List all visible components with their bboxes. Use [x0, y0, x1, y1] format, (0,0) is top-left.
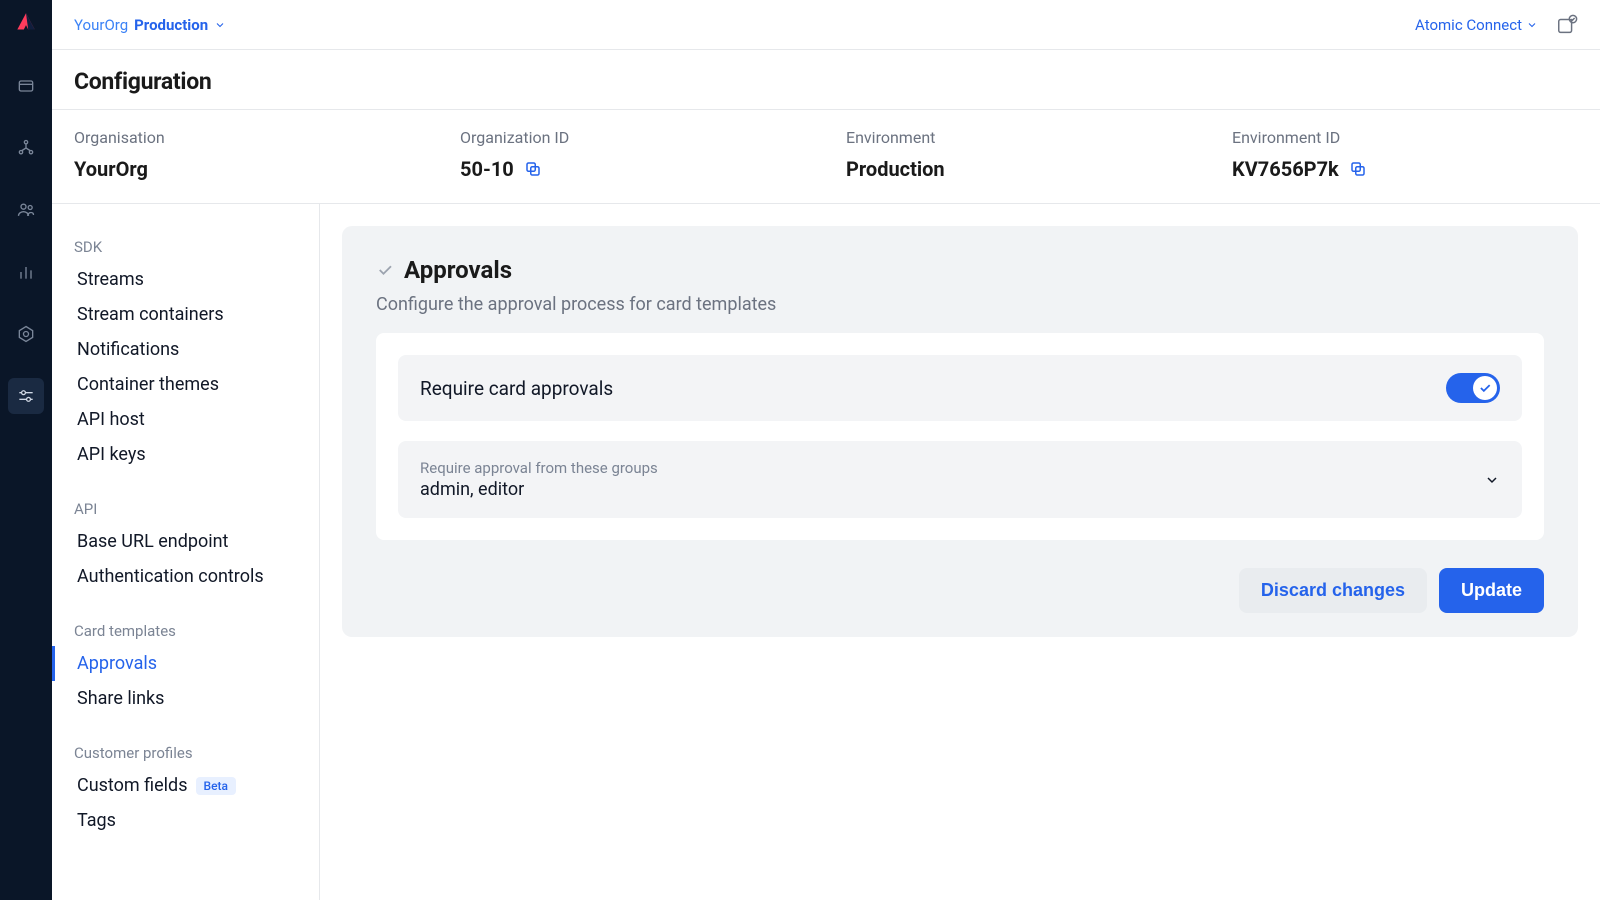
sidebar-item-container-themes[interactable]: Container themes [52, 367, 319, 402]
config-info-strip: Organisation YourOrg Organization ID 50-… [52, 110, 1600, 204]
update-button[interactable]: Update [1439, 568, 1544, 613]
global-nav-rail [0, 0, 52, 900]
atomic-connect-link[interactable]: Atomic Connect [1415, 16, 1538, 34]
require-approvals-row: Require card approvals [398, 355, 1522, 421]
nav-workflow-icon[interactable] [8, 130, 44, 166]
breadcrumb-env-picker[interactable]: YourOrg Production [74, 16, 226, 34]
nav-settings-icon[interactable] [8, 316, 44, 352]
copy-icon[interactable] [1349, 160, 1367, 178]
page-title: Configuration [74, 68, 1578, 95]
panel-subtitle: Configure the approval process for card … [376, 294, 1544, 315]
sidebar-item-share-links[interactable]: Share links [52, 681, 319, 716]
panel-title: Approvals [404, 256, 512, 284]
discard-button[interactable]: Discard changes [1239, 568, 1427, 613]
approval-groups-select[interactable]: Require approval from these groups admin… [398, 441, 1522, 518]
copy-icon[interactable] [524, 160, 542, 178]
sidebar-item-stream-containers[interactable]: Stream containers [52, 297, 319, 332]
beta-badge: Beta [196, 777, 236, 795]
chevron-down-icon [214, 19, 226, 31]
approval-groups-label: Require approval from these groups [420, 459, 1484, 477]
nav-config-icon[interactable] [8, 378, 44, 414]
tasks-status-icon[interactable] [1556, 14, 1578, 36]
sidebar-item-api-keys[interactable]: API keys [52, 437, 319, 472]
approvals-panel: Approvals Configure the approval process… [342, 226, 1578, 637]
brand-logo[interactable] [13, 10, 39, 36]
toggle-knob [1473, 376, 1497, 400]
sidebar-item-streams[interactable]: Streams [52, 262, 319, 297]
info-environment-id: Environment ID KV7656P7k [1232, 128, 1578, 181]
chevron-down-icon [1526, 19, 1538, 31]
config-sidebar: SDK Streams Stream containers Notificati… [52, 204, 320, 900]
page-header: Configuration [52, 50, 1600, 110]
breadcrumb-env: Production [134, 16, 208, 34]
require-approvals-toggle[interactable] [1446, 373, 1500, 403]
approvals-settings-card: Require card approvals Require approval … [376, 333, 1544, 540]
sidebar-item-tags[interactable]: Tags [52, 803, 319, 838]
info-organization-id: Organization ID 50-10 [460, 128, 806, 181]
topbar: YourOrg Production Atomic Connect [52, 0, 1600, 50]
sidebar-item-api-host[interactable]: API host [52, 402, 319, 437]
sidebar-item-base-url[interactable]: Base URL endpoint [52, 524, 319, 559]
require-approvals-label: Require card approvals [420, 377, 613, 400]
sidebar-group-sdk: SDK [52, 228, 319, 262]
sidebar-item-notifications[interactable]: Notifications [52, 332, 319, 367]
nav-analytics-icon[interactable] [8, 254, 44, 290]
sidebar-item-approvals[interactable]: Approvals [52, 646, 319, 681]
sidebar-item-auth-controls[interactable]: Authentication controls [52, 559, 319, 594]
nav-customers-icon[interactable] [8, 192, 44, 228]
nav-cards-icon[interactable] [8, 68, 44, 104]
chevron-down-icon [1484, 472, 1500, 488]
check-icon [376, 261, 394, 279]
approval-groups-value: admin, editor [420, 479, 1484, 500]
info-environment: Environment Production [846, 128, 1192, 181]
sidebar-group-card-templates: Card templates [52, 612, 319, 646]
breadcrumb-org: YourOrg [74, 16, 128, 34]
info-organisation: Organisation YourOrg [74, 128, 420, 181]
sidebar-item-custom-fields[interactable]: Custom fields Beta [52, 768, 319, 803]
sidebar-group-customer-profiles: Customer profiles [52, 734, 319, 768]
sidebar-group-api: API [52, 490, 319, 524]
check-icon [1478, 381, 1492, 395]
